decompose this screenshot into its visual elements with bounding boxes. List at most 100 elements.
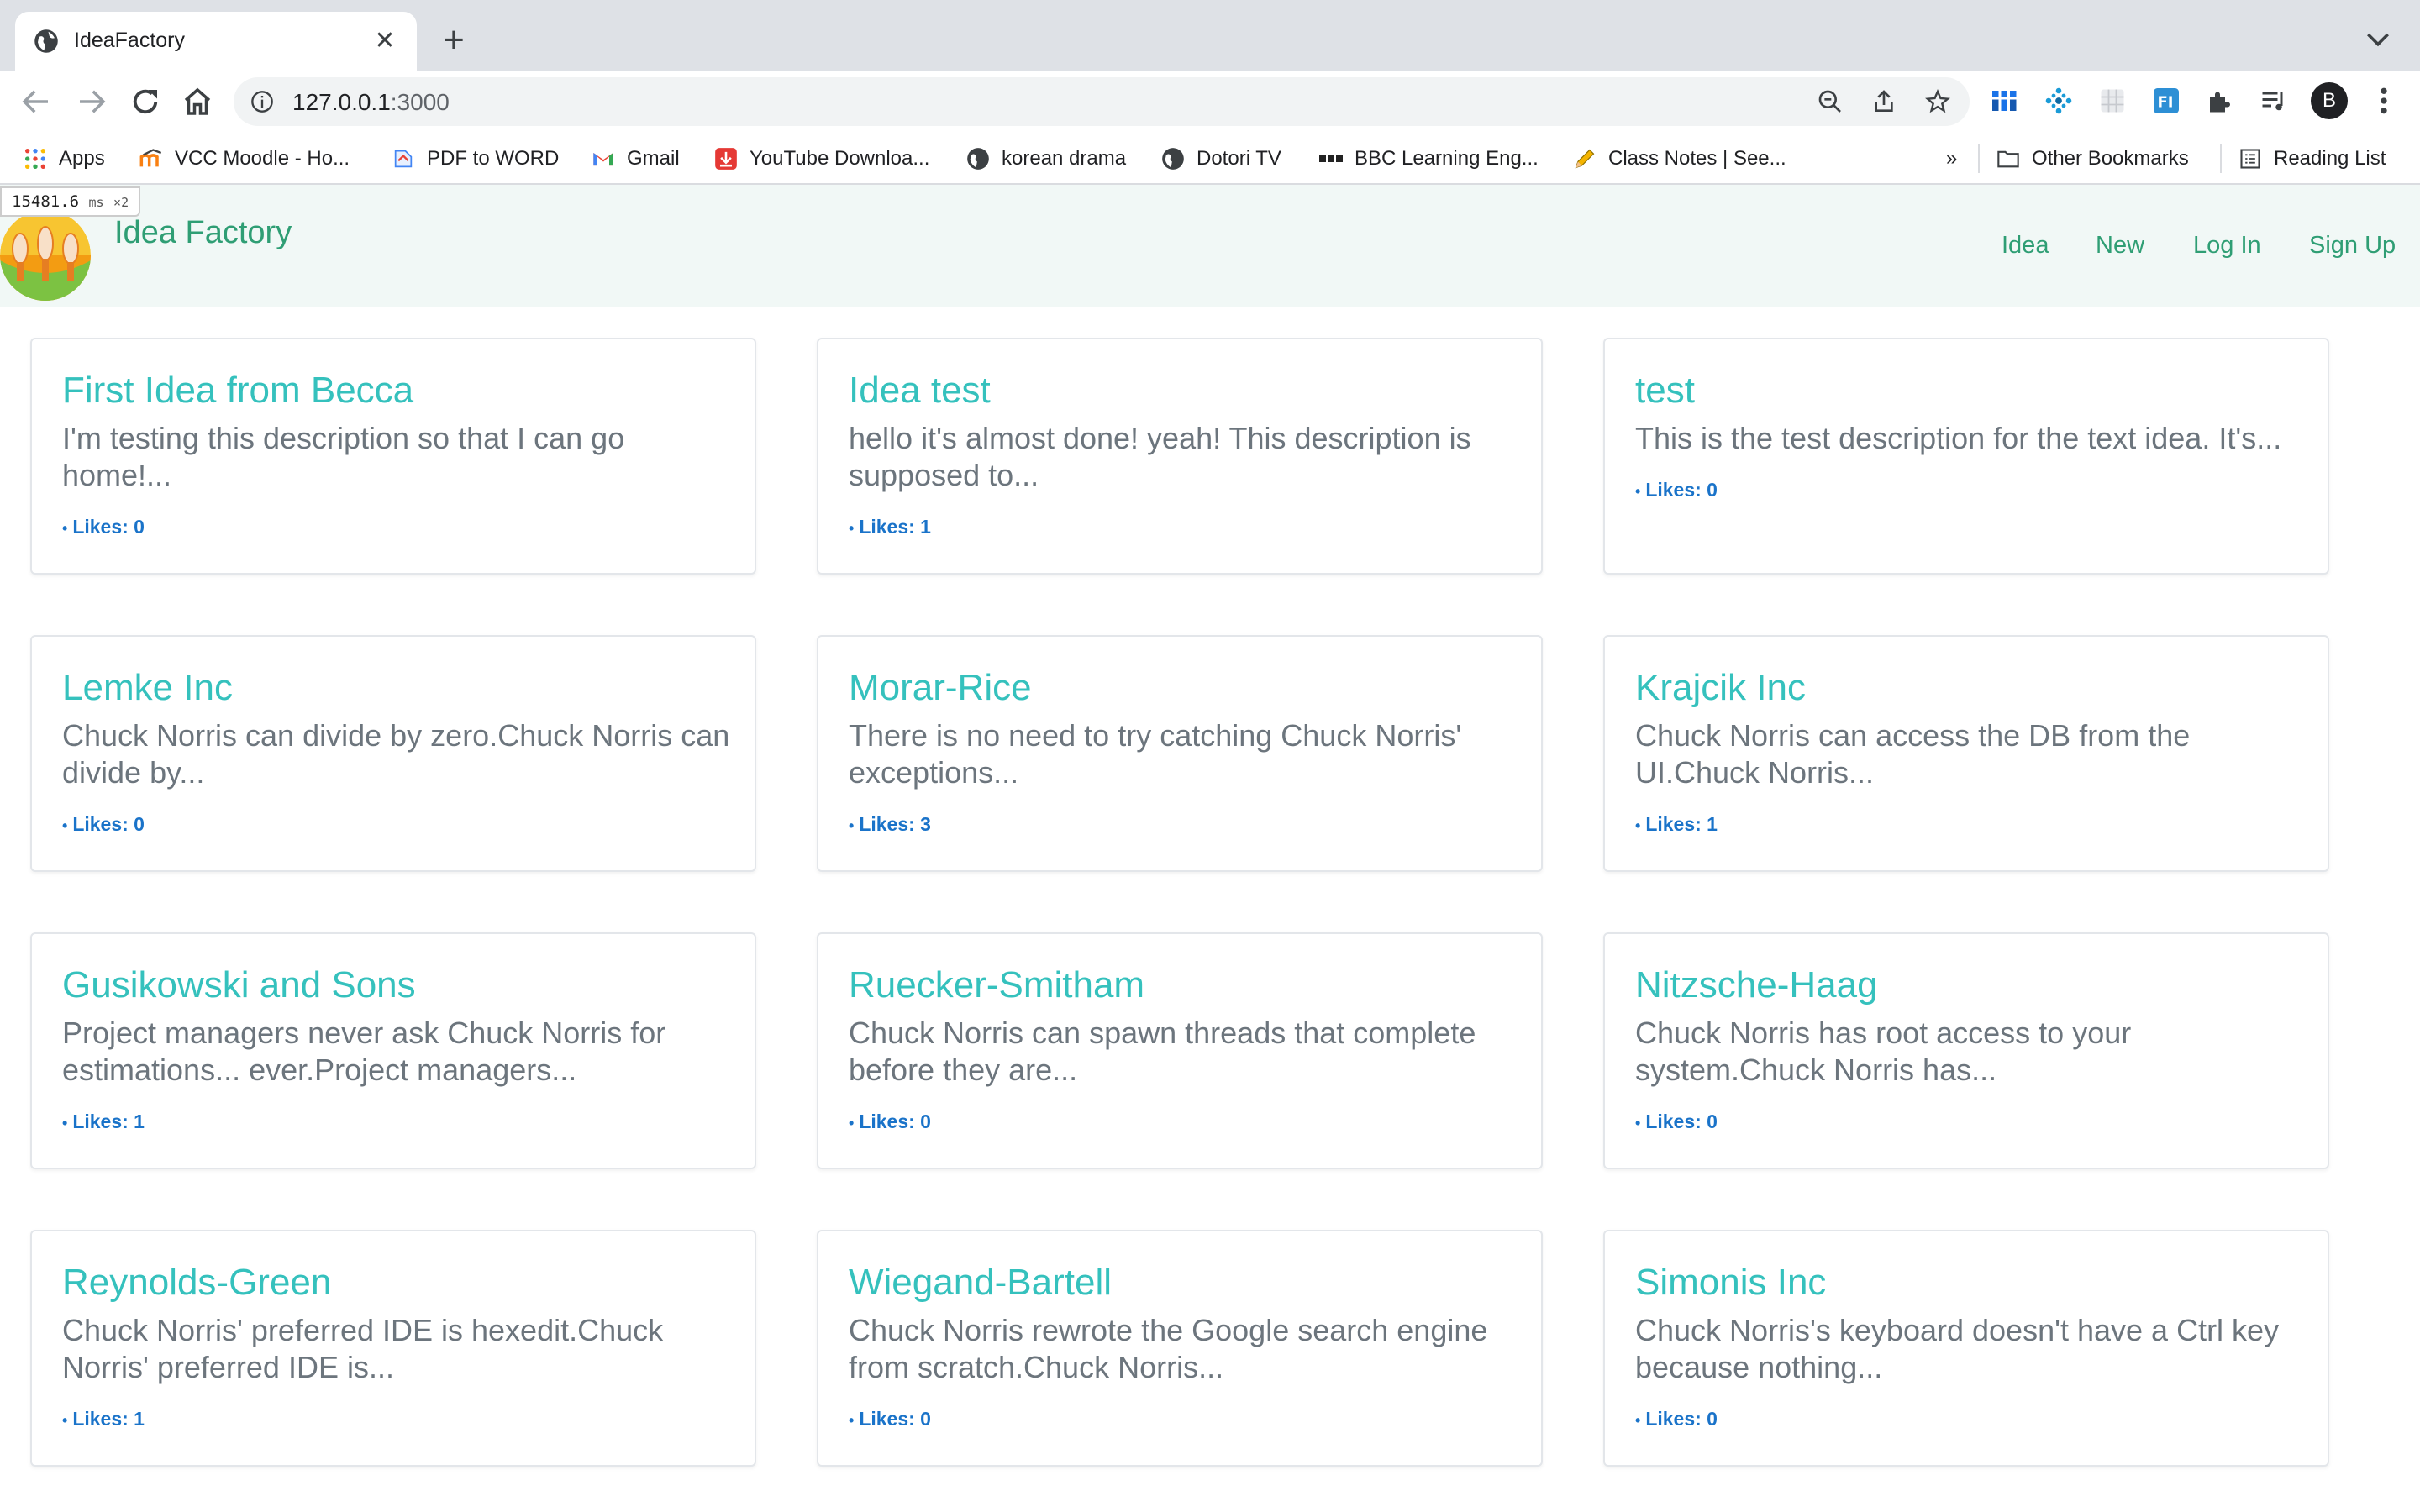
bookmarks-bar: Apps VCC Moodle - Ho... PDF to WORD Gmai…: [0, 133, 2420, 185]
home-icon[interactable]: [180, 84, 215, 119]
url-port: :3000: [390, 89, 450, 115]
idea-title[interactable]: Gusikowski and Sons: [62, 964, 416, 1006]
bookmark-label: korean drama: [1002, 147, 1127, 170]
idea-title[interactable]: Wiegand-Bartell: [849, 1262, 1112, 1304]
likes-count: Likes: 1: [72, 1110, 145, 1132]
sparkle-extension-icon[interactable]: [2044, 86, 2074, 116]
info-icon[interactable]: [250, 90, 274, 113]
likes-count: Likes: 0: [1645, 479, 1718, 501]
idea-card[interactable]: Nitzsche-Haag Chuck Norris has root acce…: [1603, 932, 2329, 1169]
idea-card[interactable]: Gusikowski and Sons Project managers nev…: [30, 932, 756, 1169]
bookmark-label: Reading List: [2274, 147, 2386, 170]
gmail-icon: [593, 153, 613, 166]
globe-icon: [1162, 148, 1184, 170]
url-text: 127.0.0.1:3000: [292, 89, 450, 116]
idea-title[interactable]: Lemke Inc: [62, 667, 233, 709]
new-tab-icon[interactable]: +: [434, 22, 474, 62]
idea-card[interactable]: Reynolds-Green Chuck Norris' preferred I…: [30, 1230, 756, 1467]
reload-icon[interactable]: [128, 84, 163, 119]
perf-ms: 15481.6: [12, 192, 80, 211]
idea-title[interactable]: First Idea from Becca: [62, 370, 413, 412]
nav-link-idea[interactable]: Idea: [2002, 232, 2049, 260]
pencil-icon: [1575, 149, 1595, 169]
idea-card[interactable]: Simonis Inc Chuck Norris's keyboard does…: [1603, 1230, 2329, 1467]
likes-count: Likes: 1: [859, 516, 931, 538]
back-arrow-icon[interactable]: [18, 84, 54, 119]
chevron-down-icon[interactable]: [2361, 22, 2395, 55]
bookmark-vcc-moodle[interactable]: VCC Moodle - Ho...: [139, 144, 350, 173]
idea-description: Chuck Norris' preferred IDE is hexedit.C…: [62, 1313, 664, 1384]
idea-likes: • Likes: 0: [62, 516, 145, 538]
bookmark-bbc-learning[interactable]: BBC Learning Eng...: [1319, 144, 1539, 173]
puzzle-extensions-icon[interactable]: [2205, 86, 2235, 116]
likes-count: Likes: 0: [72, 813, 145, 835]
address-bar[interactable]: 127.0.0.1:3000: [234, 77, 1970, 126]
grid-extension-icon[interactable]: [2097, 86, 2128, 116]
perf-multiplier: ×2: [113, 195, 129, 210]
idea-card[interactable]: Lemke Inc Chuck Norris can divide by zer…: [30, 635, 756, 872]
idea-card[interactable]: Wiegand-Bartell Chuck Norris rewrote the…: [817, 1230, 1543, 1467]
perf-unit: ms: [88, 195, 104, 210]
bookmark-label: Other Bookmarks: [2032, 147, 2189, 170]
bookmark-other-bookmarks[interactable]: Other Bookmarks: [1996, 144, 2189, 173]
idea-description: hello it's almost done! yeah! This descr…: [849, 421, 1471, 492]
fi-extension-icon[interactable]: FI: [2151, 86, 2181, 116]
idea-title[interactable]: Reynolds-Green: [62, 1262, 331, 1304]
idea-card[interactable]: Ruecker-Smitham Chuck Norris can spawn t…: [817, 932, 1543, 1169]
star-icon[interactable]: [1924, 88, 1951, 115]
bookmark-pdf-to-word[interactable]: PDF to WORD: [392, 144, 559, 173]
idea-title[interactable]: test: [1635, 370, 1695, 412]
reading-list-icon: [2240, 149, 2260, 169]
idea-title[interactable]: Ruecker-Smitham: [849, 964, 1144, 1006]
bookmark-dotori-tv[interactable]: Dotori TV: [1161, 144, 1281, 173]
bookmark-class-notes[interactable]: Class Notes | See...: [1573, 144, 1786, 173]
likes-count: Likes: 1: [1645, 813, 1718, 835]
share-icon[interactable]: [1870, 88, 1897, 115]
download-icon: [715, 148, 737, 170]
bar-chart-extension-icon[interactable]: [1990, 86, 2020, 116]
browser-tab[interactable]: IdeaFactory ✕: [15, 12, 417, 71]
close-tab-icon[interactable]: ✕: [370, 26, 400, 56]
idea-card[interactable]: First Idea from Becca I'm testing this d…: [30, 338, 756, 575]
bookmark-korean-drama[interactable]: korean drama: [966, 144, 1126, 173]
idea-likes: • Likes: 1: [62, 1110, 145, 1132]
idea-card[interactable]: Idea test hello it's almost done! yeah! …: [817, 338, 1543, 575]
idea-card[interactable]: Morar-Rice There is no need to try catch…: [817, 635, 1543, 872]
bookmark-label: YouTube Downloa...: [750, 147, 930, 170]
idea-title[interactable]: Nitzsche-Haag: [1635, 964, 1878, 1006]
idea-title[interactable]: Idea test: [849, 370, 991, 412]
idea-title[interactable]: Simonis Inc: [1635, 1262, 1826, 1304]
media-playlist-icon[interactable]: [2259, 86, 2289, 116]
likes-count: Likes: 0: [859, 1110, 931, 1132]
brand-title[interactable]: Idea Factory: [114, 215, 292, 251]
more-menu-icon[interactable]: [2371, 84, 2396, 118]
reading-list-button[interactable]: Reading List: [2238, 144, 2386, 173]
idea-title[interactable]: Krajcik Inc: [1635, 667, 1806, 709]
idea-card[interactable]: test This is the test description for th…: [1603, 338, 2329, 575]
svg-text:FI: FI: [2158, 94, 2174, 112]
globe-icon: [34, 29, 58, 53]
bookmark-label: PDF to WORD: [427, 147, 560, 170]
site-navbar: Idea Factory Idea New Log In Sign Up: [0, 185, 2420, 307]
nav-link-new[interactable]: New: [2096, 232, 2144, 260]
bookmark-apps[interactable]: Apps: [24, 144, 105, 173]
forward-arrow-icon[interactable]: [74, 84, 109, 119]
nav-link-log-in[interactable]: Log In: [2193, 232, 2261, 260]
idea-likes: • Likes: 3: [849, 813, 931, 835]
folder-icon: [1997, 150, 2019, 168]
bookmarks-overflow-button[interactable]: »: [1946, 144, 1957, 173]
profile-avatar[interactable]: B: [2311, 82, 2348, 119]
idea-card[interactable]: Krajcik Inc Chuck Norris can access the …: [1603, 635, 2329, 872]
nav-link-sign-up[interactable]: Sign Up: [2309, 232, 2396, 260]
bookmark-gmail[interactable]: Gmail: [592, 144, 680, 173]
idea-likes: • Likes: 0: [849, 1110, 931, 1132]
bookmark-youtube-downloader[interactable]: YouTube Downloa...: [714, 144, 929, 173]
idea-description: Project managers never ask Chuck Norris …: [62, 1016, 666, 1087]
idea-likes: • Likes: 0: [1635, 1408, 1718, 1430]
idea-title[interactable]: Morar-Rice: [849, 667, 1032, 709]
lightbulb-logo[interactable]: [0, 210, 91, 301]
zoom-out-icon[interactable]: [1817, 88, 1844, 115]
idea-description: I'm testing this description so that I c…: [62, 421, 625, 492]
idea-description: This is the test description for the tex…: [1635, 421, 2282, 455]
likes-count: Likes: 0: [859, 1408, 931, 1430]
